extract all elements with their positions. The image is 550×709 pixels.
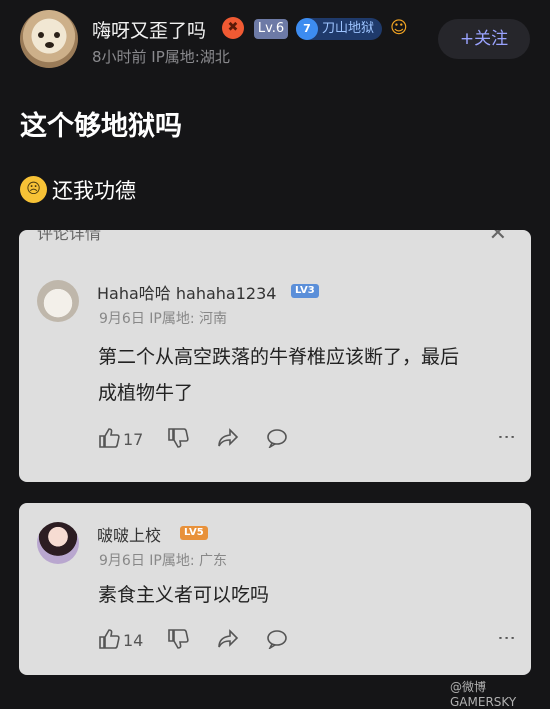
more-icon[interactable]: ⋮ <box>496 428 517 446</box>
thumbs-down-icon[interactable] <box>167 629 189 654</box>
commenter-avatar[interactable] <box>37 522 79 564</box>
like-count: 17 <box>123 430 144 449</box>
comment-sheet-title: 评论详情 <box>37 230 102 243</box>
commenter-name[interactable]: 啵啵上校 <box>97 522 161 546</box>
avatar-eye <box>38 32 44 38</box>
comment-text-line: 成植物牛了 <box>98 382 194 404</box>
comment-card: 啵啵上校 LV5 9月6日 IP属地: 广东 素食主义者可以吃吗 14 ⋮ <box>19 503 531 675</box>
thumbs-up-icon[interactable] <box>98 629 120 654</box>
comment-text-line: 第二个从高空跌落的牛脊椎应该断了，最后 <box>98 346 460 368</box>
like-count: 14 <box>123 631 144 650</box>
more-icon[interactable]: ⋮ <box>496 629 517 647</box>
thumbs-down-icon[interactable] <box>167 428 189 453</box>
angry-face-icon: ✖ <box>222 17 244 39</box>
share-icon[interactable] <box>217 428 239 453</box>
commenter-avatar[interactable] <box>37 280 79 322</box>
post-meta: 8小时前 IP属地:湖北 <box>92 48 230 66</box>
level-badge: Lv.6 <box>254 19 288 39</box>
author-avatar[interactable] <box>20 10 78 68</box>
level-badge: LV5 <box>180 526 208 540</box>
share-icon[interactable] <box>217 629 239 654</box>
thumbs-up-icon[interactable] <box>98 428 120 453</box>
post-body: 还我功德 <box>52 179 136 203</box>
comment-meta: 9月6日 IP属地: 广东 <box>99 553 228 569</box>
post-title: 这个够地狱吗 <box>20 111 182 142</box>
author-name[interactable]: 嗨呀又歪了吗 <box>92 16 206 43</box>
comment-text: 素食主义者可以吃吗 <box>98 584 270 606</box>
level-badge: LV3 <box>291 284 319 298</box>
diamond-icon: 7 <box>296 18 318 40</box>
comment-icon[interactable] <box>266 629 288 654</box>
comment-card: 评论详情 ✕ Haha哈哈 hahaha1234 LV3 9月6日 IP属地: … <box>19 230 531 482</box>
close-icon[interactable]: ✕ <box>489 230 507 245</box>
comment-icon[interactable] <box>266 428 288 453</box>
comment-meta: 9月6日 IP属地: 河南 <box>99 311 228 327</box>
follow-button[interactable]: +关注 <box>438 19 530 59</box>
commenter-name[interactable]: Haha哈哈 hahaha1234 <box>97 280 276 304</box>
watermark: @微博 GAMERSKY <box>450 680 517 709</box>
game-controller-icon: ☺ <box>390 18 408 38</box>
avatar-eye <box>54 32 60 38</box>
avatar-nose <box>45 42 54 48</box>
crying-face-icon: ☹ <box>20 176 47 203</box>
